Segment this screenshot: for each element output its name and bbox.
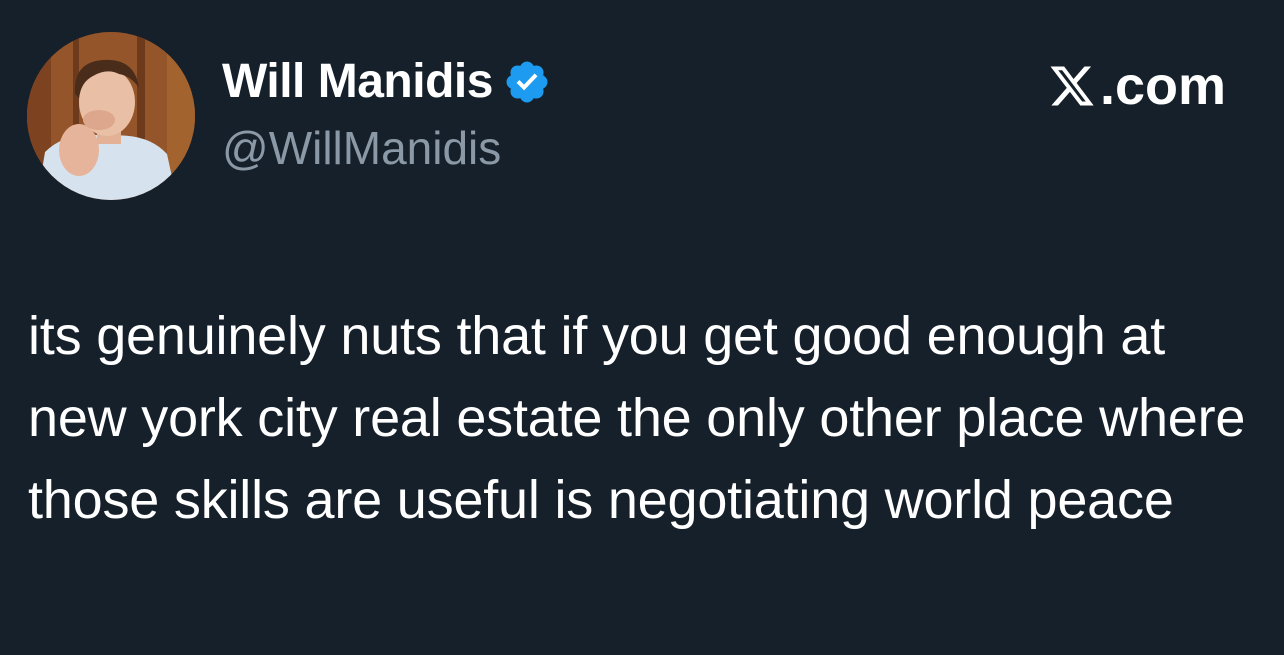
x-logo-icon — [1048, 62, 1096, 110]
author-avatar[interactable] — [27, 32, 195, 200]
brand-label: .com — [1099, 56, 1226, 116]
verified-badge-icon — [503, 58, 551, 106]
author-name-row: Will Manidis — [222, 52, 551, 112]
tweet-card: Will Manidis @WillManidis .com its genui… — [0, 0, 1284, 655]
author-display-name[interactable]: Will Manidis — [222, 52, 493, 112]
x-brand: .com — [1048, 56, 1226, 116]
author-handle[interactable]: @WillManidis — [222, 118, 501, 178]
avatar-photo — [27, 32, 195, 200]
tweet-text: its genuinely nuts that if you get good … — [28, 306, 1246, 530]
